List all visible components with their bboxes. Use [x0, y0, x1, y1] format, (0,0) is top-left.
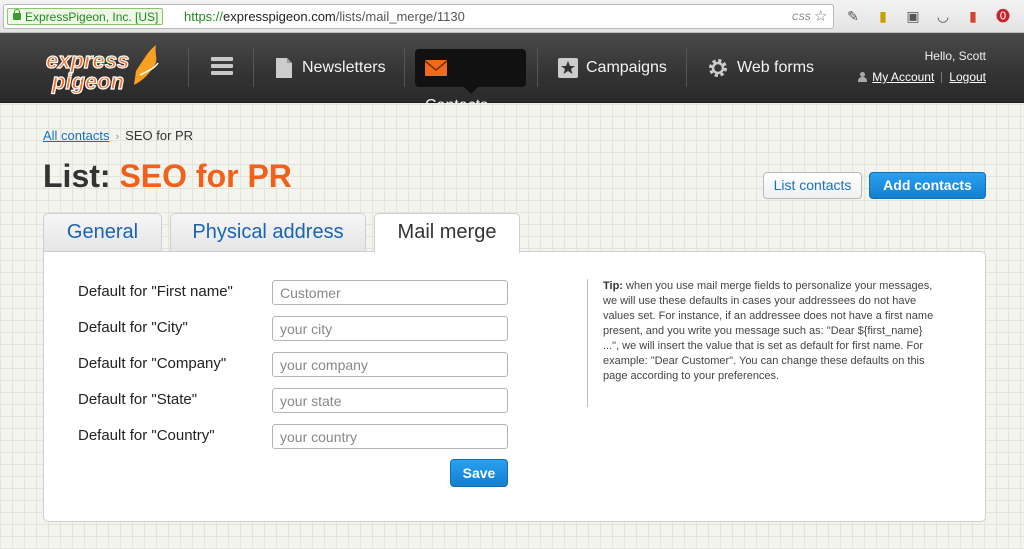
my-account-link[interactable]: My Account [872, 70, 934, 84]
state-default-input[interactable] [272, 388, 508, 413]
tip-box: Tip: when you use mail merge fields to p… [587, 279, 939, 407]
nav-newsletters-label: Newsletters [302, 59, 386, 76]
breadcrumb-current: SEO for PR [125, 128, 194, 143]
main-content: All contacts › SEO for PR List: SEO for PR… [0, 104, 1024, 549]
gear-icon [709, 58, 727, 77]
url-path: /lists/mail_merge/1130 [335, 9, 465, 24]
lock-icon [13, 9, 21, 20]
nav-divider [253, 47, 254, 87]
account-divider [941, 72, 943, 84]
ev-label: ExpressPigeon, Inc. [US] [25, 10, 159, 24]
field-label: Default for "City" [78, 319, 188, 336]
breadcrumb-all-contacts[interactable]: All contacts [43, 128, 109, 143]
page-title: List: SEO for PR [43, 158, 292, 195]
nav-newsletters[interactable]: Newsletters [264, 49, 396, 87]
nav-divider [188, 47, 189, 87]
url-host: expresspigeon.com [223, 9, 336, 24]
page-title-prefix: List: [43, 158, 111, 194]
nav-contacts[interactable]: Contacts [415, 49, 526, 114]
nav-divider [537, 47, 538, 87]
logo-line2: pigeon [51, 69, 124, 94]
field-label: Default for "Company" [78, 355, 227, 372]
expresspigeon-logo[interactable]: express pigeon [44, 41, 162, 96]
pocket-extension-icon[interactable]: ◡ [934, 7, 952, 25]
nav-divider [686, 47, 687, 87]
url-text[interactable]: https://expresspigeon.com/lists/mail_mer… [184, 5, 465, 28]
greeting: Hello, Scott [924, 49, 986, 63]
logout-link[interactable]: Logout [949, 70, 986, 84]
nav-campaigns-label: Campaigns [586, 59, 667, 76]
app-header: express pigeon Newsletters Contacts Camp… [0, 33, 1024, 114]
pen-extension-icon[interactable]: ✎ [844, 7, 862, 25]
field-label: Default for "Country" [78, 427, 215, 444]
user-icon [858, 72, 868, 82]
breadcrumb: All contacts › SEO for PR [43, 128, 193, 143]
pinterest-icon[interactable]: ⓿ [994, 7, 1012, 25]
save-button[interactable]: Save [450, 459, 508, 487]
tab-physical-address[interactable]: Physical address [170, 213, 366, 252]
css-extension-icon[interactable]: CSS [792, 6, 811, 29]
page-title-list-name: SEO for PR [119, 158, 292, 194]
bookmark-star-icon[interactable]: ☆ [814, 5, 827, 28]
mail-merge-panel: Default for "First name" Default for "Ci… [43, 251, 986, 522]
tab-mail-merge[interactable]: Mail merge [374, 213, 520, 253]
first-name-default-input[interactable] [272, 280, 508, 305]
list-contacts-button[interactable]: List contacts [763, 172, 862, 199]
field-label: Default for "State" [78, 391, 198, 408]
url-scheme: https:// [184, 9, 224, 24]
add-contacts-button[interactable]: Add contacts [869, 172, 986, 199]
star-icon [558, 57, 578, 78]
chevron-right-icon: › [115, 131, 120, 143]
company-default-input[interactable] [272, 352, 508, 377]
nav-webforms[interactable]: Web forms [697, 49, 824, 87]
document-icon [276, 57, 292, 78]
tip-heading: Tip: [603, 280, 623, 292]
tab-general[interactable]: General [43, 213, 162, 252]
bookmark-extension-icon[interactable]: ▮ [964, 7, 982, 25]
battery-extension-icon[interactable]: ▮ [874, 7, 892, 25]
ev-certificate-badge[interactable]: ExpressPigeon, Inc. [US] [7, 8, 164, 25]
country-default-input[interactable] [272, 424, 508, 449]
nav-campaigns[interactable]: Campaigns [548, 49, 677, 87]
city-default-input[interactable] [272, 316, 508, 341]
envelope-icon [425, 59, 447, 76]
browser-toolbar: ExpressPigeon, Inc. [US] https://express… [0, 0, 1024, 33]
field-label: Default for "First name" [78, 283, 233, 300]
address-bar[interactable]: ExpressPigeon, Inc. [US] https://express… [3, 4, 834, 29]
menu-icon[interactable] [211, 57, 233, 75]
nav-divider [404, 47, 405, 87]
tip-text: when you use mail merge fields to person… [603, 280, 934, 382]
screenshot-extension-icon[interactable]: ▣ [904, 7, 922, 25]
nav-webforms-label: Web forms [737, 59, 815, 76]
account-links: My Account Logout [858, 70, 986, 84]
